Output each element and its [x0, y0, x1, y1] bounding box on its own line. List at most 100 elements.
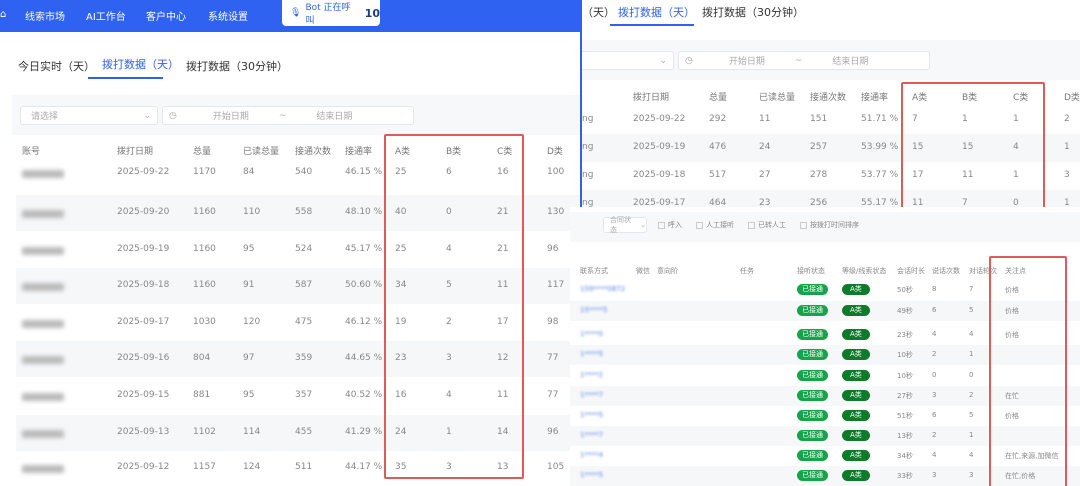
level-badge: A类: [842, 470, 870, 481]
table-cell: 55.17 %: [861, 198, 899, 207]
duration-cell: 51秒: [897, 412, 913, 420]
filter-checkbox[interactable]: 按拨打时间排序: [800, 220, 859, 230]
table-cell: 1160: [193, 280, 216, 290]
date-range-picker[interactable]: ◷ 开始日期 ~ 结束日期: [678, 51, 930, 70]
table-cell: 151: [810, 114, 828, 124]
nav-customer-center[interactable]: 客户中心: [146, 8, 186, 23]
column-header: 账号: [22, 147, 41, 157]
tab-daily-data-2[interactable]: 拨打数据（天）: [618, 4, 695, 20]
turns-cell: 5: [969, 306, 974, 314]
account-select[interactable]: ⌄: [582, 51, 674, 70]
start-date-input[interactable]: 开始日期: [213, 109, 249, 122]
table-cell: 96: [547, 244, 559, 254]
speak-count-cell: 0: [932, 371, 937, 379]
highlight-box-focus: [989, 256, 1067, 486]
column-header: 联系方式: [580, 267, 608, 275]
table-cell: 2025-09-19: [633, 142, 686, 152]
tab-30min-data[interactable]: 拨打数据（30分钟）: [186, 58, 288, 74]
table-cell: 40.52 %: [345, 390, 383, 400]
nav-ai-workbench[interactable]: AI工作台: [86, 8, 126, 23]
table-cell: 48.10 %: [345, 207, 383, 217]
table-cell: 44.65 %: [345, 353, 383, 363]
account-redacted: [22, 247, 64, 255]
call-status-badge: 已接通: [797, 470, 828, 481]
table-cell: 46.15 %: [345, 167, 383, 177]
table-cell: 2: [1064, 114, 1070, 124]
tab-today-realtime-2[interactable]: （天）: [582, 4, 615, 20]
contact-phone-link[interactable]: 1****2: [580, 371, 603, 379]
microphone-icon: 🎙: [290, 8, 302, 18]
chevron-down-icon: ⌄: [143, 110, 151, 121]
end-date-input[interactable]: 结束日期: [832, 54, 868, 67]
table-cell: 359: [295, 353, 313, 363]
table-cell: 23: [759, 198, 771, 207]
duration-cell: 23秒: [897, 331, 913, 339]
table-cell: 96: [547, 427, 559, 437]
tab-daily-data[interactable]: 拨打数据（天）: [102, 56, 179, 72]
table-cell: 3: [1064, 170, 1070, 180]
table-cell: 1160: [193, 244, 216, 254]
duration-cell: 33秒: [897, 472, 913, 480]
turns-cell: 3: [969, 471, 974, 479]
filter-checkbox[interactable]: 人工接听: [696, 220, 734, 230]
active-tab-underline: [610, 24, 694, 26]
status-select-value: 合同状态: [610, 216, 631, 234]
home-icon[interactable]: ⌂: [0, 9, 6, 20]
level-badge: A类: [842, 370, 870, 381]
table-cell: 2025-09-12: [117, 462, 170, 472]
date-separator: ~: [794, 55, 803, 66]
level-badge: A类: [842, 329, 870, 340]
table-cell: 475: [295, 317, 313, 327]
contact-phone-link[interactable]: 159****0872: [580, 285, 625, 293]
checkbox-icon[interactable]: [696, 221, 703, 229]
column-header: 拨打日期: [633, 93, 670, 103]
filter-checkbox[interactable]: 已转人工: [748, 220, 786, 230]
contact-phone-link[interactable]: 1****0: [580, 330, 603, 338]
nav-system-settings[interactable]: 系统设置: [208, 8, 248, 23]
table-cell: 1: [1064, 198, 1070, 207]
start-date-input[interactable]: 开始日期: [729, 54, 765, 67]
nav-leads-market[interactable]: 线索市场: [25, 8, 65, 23]
account-select[interactable]: 请选择 ⌄: [20, 106, 158, 125]
table-cell: 120: [243, 317, 261, 327]
table-cell: 98: [547, 317, 559, 327]
account-redacted: [22, 465, 64, 473]
table-cell: 130: [547, 207, 565, 217]
contact-phone-link[interactable]: 1****7: [580, 431, 603, 439]
duration-cell: 34秒: [897, 452, 913, 460]
table-cell: 77: [547, 390, 559, 400]
bot-status-label: Bot 正在呼叫: [305, 3, 351, 26]
checkbox-icon[interactable]: [658, 221, 665, 229]
call-status-badge: 已接通: [797, 410, 828, 421]
table-cell: 50.60 %: [345, 280, 383, 290]
checkbox-label: 人工接听: [706, 221, 734, 229]
column-header: D类: [547, 147, 563, 157]
tab-today-realtime[interactable]: 今日实时（天）: [18, 58, 95, 74]
checkbox-icon[interactable]: [800, 221, 807, 229]
contact-phone-link[interactable]: 15****5: [580, 306, 607, 314]
table-cell: 1160: [193, 207, 216, 217]
table-cell: 114: [243, 427, 261, 437]
account-fragment: ng: [582, 142, 594, 152]
end-date-input[interactable]: 结束日期: [316, 109, 352, 122]
contact-phone-link[interactable]: 1****5: [580, 471, 603, 479]
checkbox-icon[interactable]: [748, 221, 755, 229]
status-select[interactable]: 合同状态 ⌄: [603, 216, 647, 234]
contact-phone-link[interactable]: 1****4: [580, 451, 603, 459]
contact-phone-link[interactable]: 1****5: [580, 411, 603, 419]
filter-checkbox[interactable]: 呼入: [658, 220, 682, 230]
call-status-badge: 已接通: [797, 370, 828, 381]
checkbox-label: 呼入: [668, 221, 682, 229]
turns-cell: 0: [969, 371, 974, 379]
table-cell: 45.17 %: [345, 244, 383, 254]
table-cell: 2025-09-17: [633, 198, 686, 207]
turns-cell: 7: [969, 285, 974, 293]
date-range-picker[interactable]: ◷ 开始日期 ~ 结束日期: [162, 106, 414, 125]
bot-calling-button[interactable]: 🎙 Bot 正在呼叫 10: [282, 0, 380, 26]
contact-phone-link[interactable]: 1****5: [580, 350, 603, 358]
table-cell: 97: [243, 353, 255, 363]
contact-phone-link[interactable]: 1****7: [580, 391, 603, 399]
tab-30min-data-2[interactable]: 拨打数据（30分钟）: [702, 4, 804, 20]
call-status-badge: 已接通: [797, 430, 828, 441]
table-cell: 100: [547, 167, 565, 177]
